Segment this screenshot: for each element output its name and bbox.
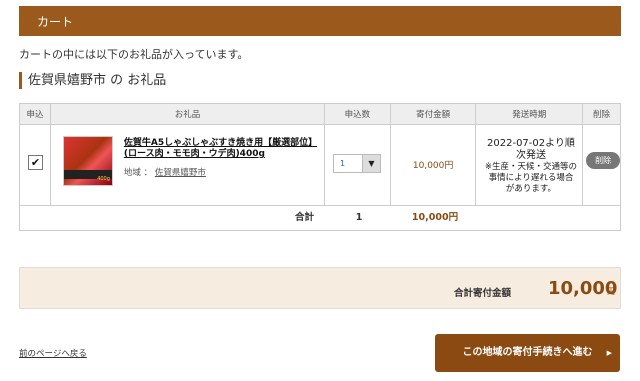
cart-table: 申込 お礼品 申込数 寄付金額 発送時期 削除 ✔ 400g 佐賀牛A5しゃぶし… (19, 103, 621, 231)
region-link[interactable]: 佐賀県嬉野市 (155, 168, 206, 178)
select-item-checkbox[interactable]: ✔ (28, 155, 43, 170)
column-header-quantity: 申込数 (325, 104, 391, 124)
chevron-right-icon: ▶ (606, 349, 612, 357)
quantity-value: 1 (339, 159, 346, 168)
total-row: 合計 1 10,000円 (20, 206, 620, 230)
donation-summary: 合計寄付金額 10,000 円 (19, 267, 621, 309)
triangle-down-icon: ▼ (361, 155, 380, 172)
total-quantity: 1 (355, 212, 363, 223)
cart-intro-text: カートの中には以下のお礼品が入っています。 (19, 48, 249, 61)
cart-header-bar: カート (19, 6, 621, 36)
quantity-select[interactable]: 1 ▼ (332, 154, 381, 173)
proceed-label: この地域の寄付手続きへ進む (462, 347, 593, 358)
ship-info: 2022-07-02より順次発送 ※生産・天候・交通等の事情により遅れる場合があ… (484, 138, 577, 195)
column-header-ship: 発送時期 (476, 104, 584, 124)
summary-unit: 円 (607, 287, 615, 296)
section-title: 佐賀県嬉野市 の お礼品 (19, 72, 166, 89)
back-link[interactable]: 前のページへ戻る (19, 347, 87, 359)
column-header-item: お礼品 (51, 104, 325, 124)
item-region: 地域 ： 佐賀県嬉野市 (124, 166, 206, 178)
delete-button[interactable]: 削除 (586, 152, 621, 169)
item-thumbnail[interactable]: 400g (62, 136, 113, 186)
thumbnail-weight-label: 400g (97, 176, 110, 182)
column-header-apply: 申込 (20, 104, 51, 124)
ship-main: 2022-07-02より順次発送 (487, 138, 575, 161)
ship-note: ※生産・天候・交通等の事情により遅れる場合があります。 (484, 162, 578, 194)
total-amount: 10,000円 (411, 212, 459, 223)
table-header: 申込 お礼品 申込数 寄付金額 発送時期 削除 (20, 104, 620, 125)
column-header-amount: 寄付金額 (391, 104, 477, 124)
cart-header-title: カート (37, 15, 74, 29)
region-label: 地域 ： (123, 168, 153, 178)
table-row: ✔ 400g 佐賀牛A5しゃぶしゃぶすき焼き用【厳選部位】(ロース肉・モモ肉・ウ… (20, 125, 621, 206)
item-name-link[interactable]: 佐賀牛A5しゃぶしゃぶすき焼き用【厳選部位】(ロース肉・モモ肉・ウデ肉)400g (124, 138, 319, 160)
item-amount: 10,000円 (412, 161, 454, 171)
summary-label: 合計寄付金額 (454, 288, 512, 299)
total-label: 合計 (294, 212, 314, 223)
check-icon: ✔ (30, 156, 41, 169)
column-header-delete: 削除 (593, 110, 611, 120)
proceed-to-donation-button[interactable]: この地域の寄付手続きへ進む ▶ (435, 334, 620, 372)
